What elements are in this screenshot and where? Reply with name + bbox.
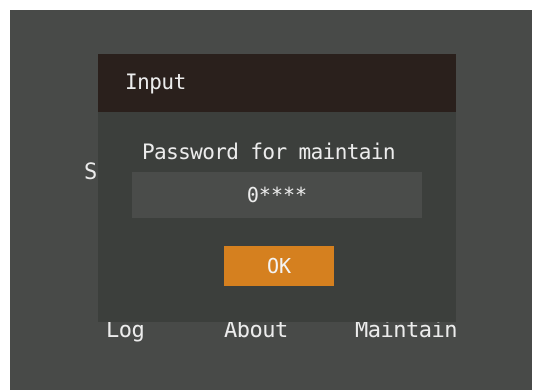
device-frame: S Log About Maintain Input Password for … xyxy=(0,0,539,392)
background-partial-label: S xyxy=(84,160,97,185)
password-prompt: Password for maintain xyxy=(142,140,396,164)
password-dialog: Input Password for maintain OK xyxy=(98,54,456,322)
dialog-title: Input xyxy=(125,70,186,94)
dialog-title-bar: Input xyxy=(98,54,456,112)
password-input[interactable] xyxy=(132,172,422,218)
screen: S Log About Maintain Input Password for … xyxy=(10,10,532,390)
ok-button[interactable]: OK xyxy=(224,246,334,286)
